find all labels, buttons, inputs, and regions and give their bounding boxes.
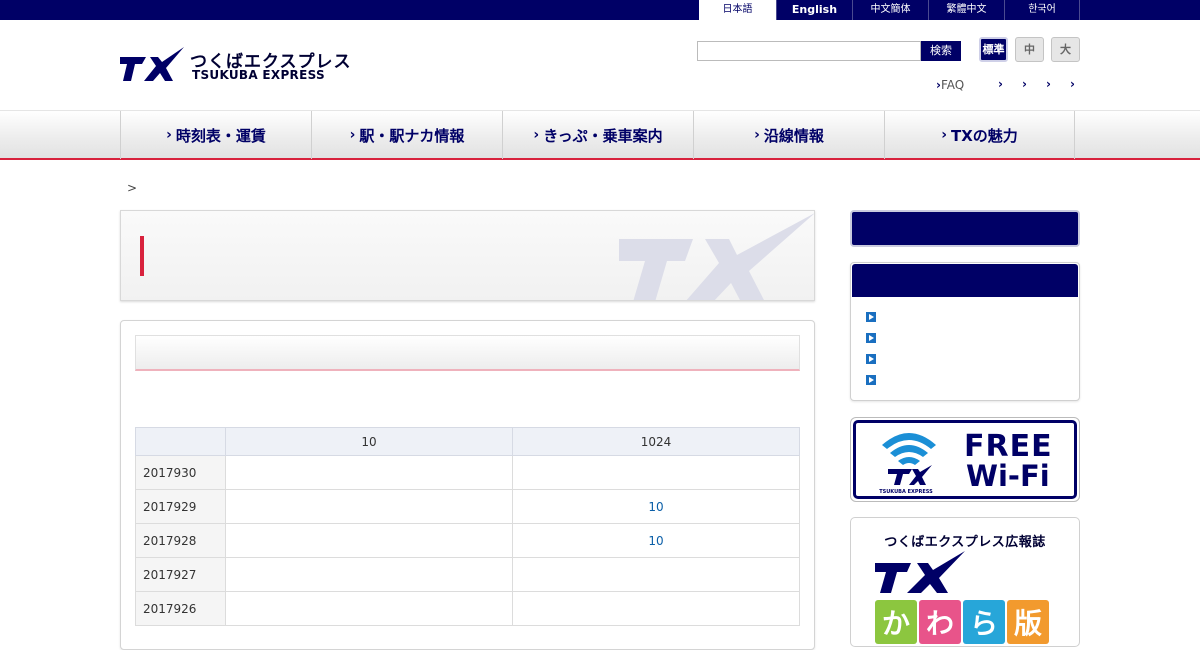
- row-date: 2017929: [135, 489, 226, 524]
- nav-tickets-boarding[interactable]: › きっぷ・乗車案内: [502, 111, 693, 159]
- lang-korean[interactable]: 한국어: [1004, 0, 1080, 20]
- utility-link-2[interactable]: ›: [1022, 77, 1027, 91]
- kana-tile: ら: [963, 600, 1005, 644]
- row-cell-1: [225, 557, 513, 592]
- lang-english[interactable]: English: [776, 0, 852, 20]
- row-date: 2017926: [135, 591, 226, 626]
- row-cell-2: [512, 557, 800, 592]
- kawaraban-banner[interactable]: つくばエクスプレス広報誌 か わ ら 版: [850, 517, 1080, 647]
- sidebar-link-arrow-icon[interactable]: [866, 354, 876, 364]
- chevron-right-icon: ›: [1046, 77, 1051, 91]
- row-cell-1: [225, 591, 513, 626]
- chevron-right-icon: ›: [166, 127, 172, 143]
- chevron-right-icon: ›: [349, 127, 356, 143]
- logo-english-text: TSUKUBA EXPRESS: [192, 68, 325, 82]
- table-header-col1: 10: [225, 427, 513, 456]
- search-button[interactable]: 検索: [921, 41, 961, 61]
- row-cell-2: [512, 591, 800, 626]
- nav-label: 沿線情報: [763, 126, 824, 145]
- kana-tile: わ: [919, 600, 961, 644]
- row-cell-2: [512, 455, 800, 490]
- tx-logo-icon: [120, 47, 184, 81]
- information-table: 10 1024 2017930 2017929 10 2017928 10 20…: [135, 427, 800, 626]
- chevron-right-icon: ›: [998, 77, 1003, 91]
- chevron-right-icon: ›: [1022, 77, 1027, 91]
- lang-japanese[interactable]: 日本語: [699, 0, 776, 20]
- row-date: 2017930: [135, 455, 226, 490]
- lang-chinese-traditional[interactable]: 繁體中文: [928, 0, 1004, 20]
- sidebar-box-heading: [852, 264, 1078, 297]
- nav-label: 駅・駅ナカ情報: [359, 126, 465, 145]
- global-navigation: › 時刻表・運賃 › 駅・駅ナカ情報 › きっぷ・乗車案内 › 沿線情報 › TXの魅力: [0, 110, 1200, 160]
- sidebar-link-arrow-icon[interactable]: [866, 312, 876, 322]
- free-wifi-banner[interactable]: TSUKUBA EXPRESS FREE Wi-Fi: [850, 417, 1080, 502]
- nav-label: 時刻表・運賃: [175, 126, 266, 145]
- title-accent-bar: [140, 236, 144, 276]
- table-header-row: 10 1024: [135, 427, 800, 456]
- sidebar-link-box: [850, 262, 1080, 401]
- free-wifi-frame: TSUKUBA EXPRESS FREE Wi-Fi: [853, 420, 1077, 499]
- nav-timetable-fares[interactable]: › 時刻表・運賃: [120, 111, 311, 159]
- row-cell-1: [225, 489, 513, 524]
- row-cell-1: [225, 523, 513, 558]
- table-header-col2: 1024: [512, 427, 800, 456]
- font-size-large-button[interactable]: 大: [1051, 37, 1080, 62]
- breadcrumb: >: [127, 181, 137, 195]
- kawaraban-title: つくばエクスプレス広報誌: [884, 535, 1046, 550]
- kana-tile: か: [875, 600, 917, 644]
- site-logo[interactable]: つくばエクスプレス TSUKUBA EXPRESS: [120, 47, 351, 83]
- table-row: 2017927: [135, 557, 800, 592]
- font-size-medium-button[interactable]: 中: [1015, 37, 1044, 62]
- utility-link-1[interactable]: ›: [998, 77, 1003, 91]
- lang-chinese-simplified[interactable]: 中文簡体: [852, 0, 928, 20]
- wifi-tx-caption: TSUKUBA EXPRESS: [879, 489, 933, 495]
- search-input[interactable]: [697, 41, 921, 61]
- faq-link[interactable]: ›FAQ: [936, 78, 964, 92]
- wifi-icon: [882, 433, 936, 485]
- kana-tile: 版: [1007, 600, 1049, 644]
- row-date: 2017928: [135, 523, 226, 558]
- table-row: 2017926: [135, 591, 800, 626]
- faq-link-label: FAQ: [940, 78, 965, 92]
- nav-tx-attractions[interactable]: › TXの魅力: [884, 111, 1075, 159]
- content-panel: 10 1024 2017930 2017929 10 2017928 10 20…: [120, 320, 815, 650]
- utility-link-3[interactable]: ›: [1046, 77, 1051, 91]
- chevron-right-icon: ›: [533, 127, 540, 143]
- nav-label: きっぷ・乗車案内: [543, 126, 663, 145]
- table-header-date: [135, 427, 226, 456]
- utility-link-4[interactable]: ›: [1070, 77, 1075, 91]
- tx-logo-icon: [875, 551, 965, 593]
- language-bar: 日本語 English 中文簡体 繁體中文 한국어: [0, 0, 1200, 20]
- chevron-right-icon: ›: [1070, 77, 1075, 91]
- table-row: 2017928 10: [135, 523, 800, 558]
- chevron-right-icon: ›: [941, 127, 947, 143]
- tx-watermark-icon: [619, 213, 814, 300]
- row-cell-1: [225, 455, 513, 490]
- font-size-standard-button[interactable]: 標準: [979, 37, 1008, 62]
- sidebar-link-arrow-icon[interactable]: [866, 375, 876, 385]
- nav-line-info[interactable]: › 沿線情報: [693, 111, 884, 159]
- row-date: 2017927: [135, 557, 226, 592]
- row-link[interactable]: 10: [512, 489, 800, 524]
- sidebar-link-arrow-icon[interactable]: [866, 333, 876, 343]
- wifi-wifi-text: Wi-Fi: [966, 459, 1050, 493]
- nav-station-info[interactable]: › 駅・駅ナカ情報: [311, 111, 502, 159]
- panel-heading: [135, 335, 800, 371]
- kawaraban-kana-row: か わ ら 版: [875, 600, 1049, 644]
- page-title-box: [120, 210, 815, 301]
- global-nav-items: › 時刻表・運賃 › 駅・駅ナカ情報 › きっぷ・乗車案内 › 沿線情報 › TXの魅力: [120, 111, 1075, 159]
- row-link[interactable]: 10: [512, 523, 800, 558]
- chevron-right-icon: ›: [754, 127, 760, 143]
- sidebar-button[interactable]: [850, 210, 1080, 247]
- language-list: 日本語 English 中文簡体 繁體中文 한국어: [699, 0, 1080, 20]
- breadcrumb-separator: >: [127, 181, 138, 195]
- nav-label: TXの魅力: [950, 126, 1018, 145]
- table-row: 2017930: [135, 455, 800, 490]
- table-row: 2017929 10: [135, 489, 800, 524]
